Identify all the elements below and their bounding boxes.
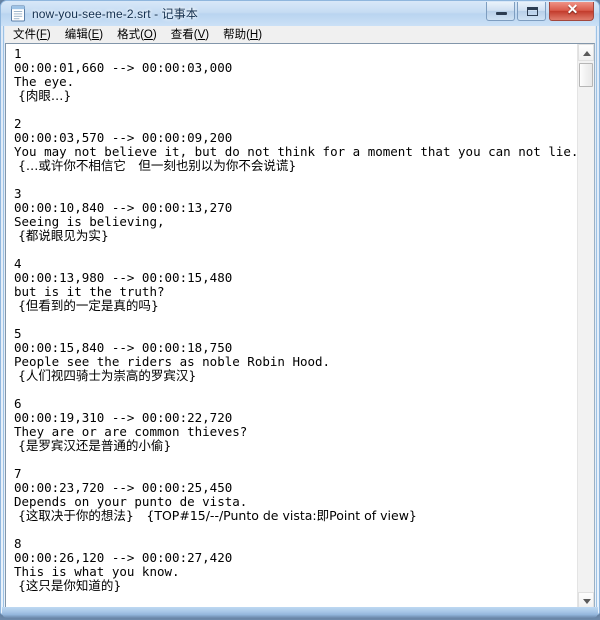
menu-accel-view: (V): [193, 28, 210, 41]
window-title: now-you-see-me-2.srt - 记事本: [32, 7, 198, 21]
menu-item-file[interactable]: 文件(F): [6, 26, 58, 44]
text-line: {…或许你不相信它 但一刻也别以为你不会说谎}: [14, 158, 297, 173]
maximize-button[interactable]: [517, 2, 546, 21]
text-line: 00:00:26,120 --> 00:00:27,420: [14, 550, 233, 565]
text-line: 00:00:15,840 --> 00:00:18,750: [14, 340, 233, 355]
text-line: {这只是你知道的}: [14, 578, 122, 593]
menu-accel-edit-key: E: [91, 28, 100, 41]
text-line: 4: [14, 256, 22, 271]
text-line: 8: [14, 536, 22, 551]
text-line-blank: [14, 453, 576, 467]
text-line: 00:00:23,720 --> 00:00:25,450: [14, 480, 233, 495]
text-line-blank: [14, 243, 576, 257]
text-editor[interactable]: 1 00:00:01,660 --> 00:00:03,000 The eye. {…: [6, 44, 576, 609]
vertical-scrollbar[interactable]: [577, 44, 594, 609]
text-line: 2: [14, 116, 22, 131]
text-line: Depends on your punto de vista.: [14, 494, 248, 509]
text-line: People see the riders as noble Robin Hoo…: [14, 354, 331, 369]
menu-label-file: 文件: [13, 26, 36, 41]
text-line: They are or are common thieves?: [14, 424, 248, 439]
text-line: {肉眼…}: [14, 88, 72, 103]
notepad-icon: [11, 5, 25, 22]
text-area-container: 1 00:00:01,660 --> 00:00:03,000 The eye. {…: [5, 43, 595, 610]
scroll-down-arrow-icon: [583, 599, 591, 604]
menu-accel-edit: (E): [87, 28, 104, 41]
text-line: 00:00:19,310 --> 00:00:22,720: [14, 410, 233, 425]
text-line: {但看到的一定是真的吗}: [14, 298, 159, 313]
text-line-blank: [14, 523, 576, 537]
text-line: 6: [14, 396, 22, 411]
maximize-icon: [527, 7, 538, 16]
text-line: {人们视四骑士为崇高的罗宾汉}: [14, 368, 197, 383]
text-line: 00:00:03,570 --> 00:00:09,200: [14, 130, 233, 145]
text-line-blank: [14, 173, 576, 187]
close-icon: ✕: [566, 3, 579, 18]
text-line-blank: [14, 313, 576, 327]
text-line: This is what you know.: [14, 564, 180, 579]
title-bar[interactable]: now-you-see-me-2.srt - 记事本 ✕: [1, 1, 599, 26]
text-line: 7: [14, 466, 22, 481]
text-line: 3: [14, 186, 22, 201]
menu-accel-help: (H): [246, 28, 263, 41]
menu-label-format: 格式: [117, 26, 141, 41]
window-bottom-edge: [2, 607, 598, 618]
scrollbar-thumb[interactable]: [579, 63, 593, 87]
text-line: 1: [14, 46, 22, 61]
menu-accel-format: (O): [140, 28, 157, 41]
window-controls: ✕: [484, 2, 594, 21]
menu-item-help[interactable]: 帮助(H): [216, 26, 269, 44]
menu-accel-view-key: V: [197, 28, 206, 41]
text-line: {是罗宾汉还是普通的小偷}: [14, 438, 172, 453]
menu-accel-format-key: O: [143, 28, 153, 41]
minimize-icon: [496, 12, 507, 15]
text-line: Seeing is believing,: [14, 214, 165, 229]
menu-item-edit[interactable]: 编辑(E): [58, 26, 110, 44]
menu-bar: 文件(F) 编辑(E) 格式(O) 查看(V) 帮助(H): [5, 26, 595, 43]
text-line: 00:00:13,980 --> 00:00:15,480: [14, 270, 233, 285]
menu-accel-file: (F): [36, 28, 51, 41]
text-line: {都说眼见为实}: [14, 228, 109, 243]
minimize-button[interactable]: [486, 2, 515, 21]
text-line: The eye.: [14, 74, 75, 89]
text-line: 00:00:01,660 --> 00:00:03,000: [14, 60, 233, 75]
scroll-up-arrow-icon: [583, 51, 591, 56]
menu-label-help: 帮助: [223, 26, 247, 41]
menu-accel-file-key: F: [39, 28, 47, 41]
text-line: {这取决于你的想法} {TOP#15/--/Punto de vista:即Po…: [14, 508, 417, 523]
notepad-window: now-you-see-me-2.srt - 记事本 ✕ 文件(F) 编辑(E)…: [0, 0, 600, 620]
menu-item-format[interactable]: 格式(O): [110, 26, 164, 44]
text-line: 00:00:10,840 --> 00:00:13,270: [14, 200, 233, 215]
menu-accel-help-key: H: [249, 28, 259, 41]
text-line-blank: [14, 103, 576, 117]
menu-label-view: 查看: [170, 26, 194, 41]
scroll-up-button[interactable]: [578, 44, 594, 61]
text-line: 5: [14, 326, 22, 341]
text-line: You may not believe it, but do not think…: [14, 144, 576, 159]
menu-label-edit: 编辑: [64, 26, 88, 41]
close-button[interactable]: ✕: [549, 2, 594, 21]
text-line-blank: [14, 383, 576, 397]
text-line: but is it the truth?: [14, 284, 165, 299]
menu-item-view[interactable]: 查看(V): [164, 26, 216, 44]
